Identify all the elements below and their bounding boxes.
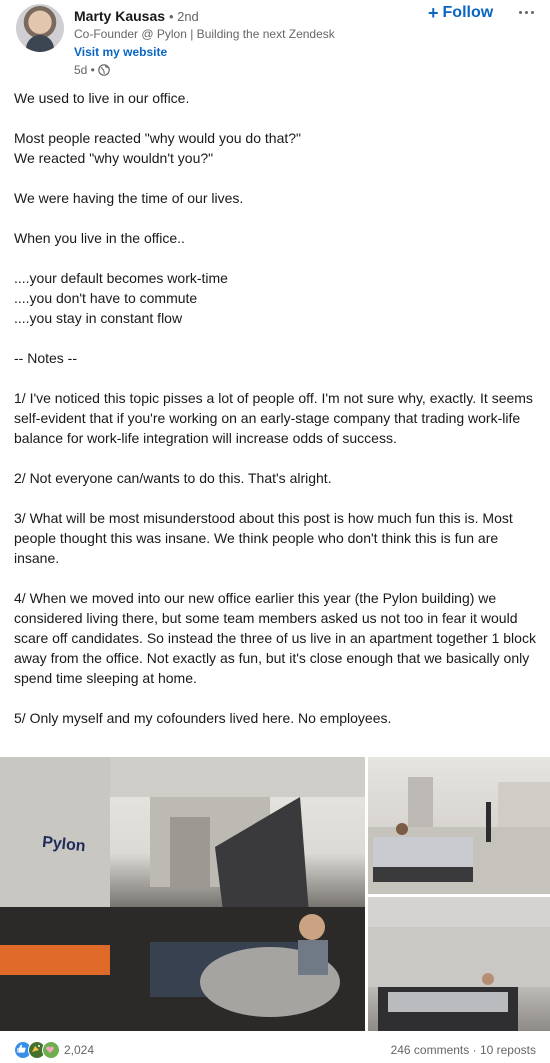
post-paragraph: We used to live in our office. xyxy=(14,90,190,106)
post-paragraph: ....your default becomes work-time ....y… xyxy=(14,270,228,326)
post-body: We used to live in our office. Most peop… xyxy=(14,88,536,728)
comments-link[interactable]: 246 comments xyxy=(391,1043,470,1057)
office-photo-main[interactable]: Pylon xyxy=(0,757,365,1031)
reactions-summary[interactable]: 2,024 xyxy=(14,1041,94,1059)
post-paragraph: 4/ When we moved into our new office ear… xyxy=(14,590,540,686)
post-paragraph: 2/ Not everyone can/wants to do this. Th… xyxy=(14,470,332,486)
plus-icon: + xyxy=(428,3,439,23)
connection-degree: • 2nd xyxy=(168,9,199,24)
visit-website-link[interactable]: Visit my website xyxy=(74,45,167,59)
more-options-button[interactable] xyxy=(514,2,538,22)
reposts-link[interactable]: 10 reposts xyxy=(480,1043,536,1057)
post-header: Marty Kausas • 2nd Co-Founder @ Pylon | … xyxy=(0,0,550,84)
post-meta: 5d • xyxy=(74,63,110,77)
author-name-line: Marty Kausas • 2nd xyxy=(74,8,199,25)
post-paragraph: We were having the time of our lives. xyxy=(14,190,244,206)
post-social-bar: 2,024 246 comments · 10 reposts xyxy=(0,1036,550,1063)
follow-label: Follow xyxy=(442,4,494,21)
globe-icon xyxy=(98,64,110,76)
post-age: 5d • xyxy=(74,63,95,77)
follow-button[interactable]: + Follow xyxy=(428,2,493,24)
reaction-count: 2,024 xyxy=(64,1043,95,1057)
post-paragraph: -- Notes -- xyxy=(14,350,77,366)
ellipsis-dot xyxy=(518,10,522,14)
author-headline: Co-Founder @ Pylon | Building the next Z… xyxy=(74,27,335,41)
post-image-grid: Pylon xyxy=(0,757,550,1031)
post-paragraph: Most people reacted "why would you do th… xyxy=(14,130,301,166)
post-paragraph: 3/ What will be most misunderstood about… xyxy=(14,510,517,566)
post-paragraph: When you live in the office.. xyxy=(14,230,185,246)
author-name[interactable]: Marty Kausas xyxy=(74,8,165,24)
post-paragraph: 1/ I've noticed this topic pisses a lot … xyxy=(14,390,537,446)
author-avatar[interactable] xyxy=(16,4,64,52)
ellipsis-dot xyxy=(530,10,534,14)
bedroom-photo-top[interactable] xyxy=(368,757,550,894)
stats-separator: · xyxy=(472,1043,477,1057)
support-icon xyxy=(42,1041,60,1059)
post-stats: 246 comments · 10 reposts xyxy=(391,1043,536,1057)
bedroom-photo-bottom[interactable] xyxy=(368,897,550,1031)
ellipsis-dot xyxy=(524,10,528,14)
post-paragraph: 5/ Only myself and my cofounders lived h… xyxy=(14,710,392,726)
